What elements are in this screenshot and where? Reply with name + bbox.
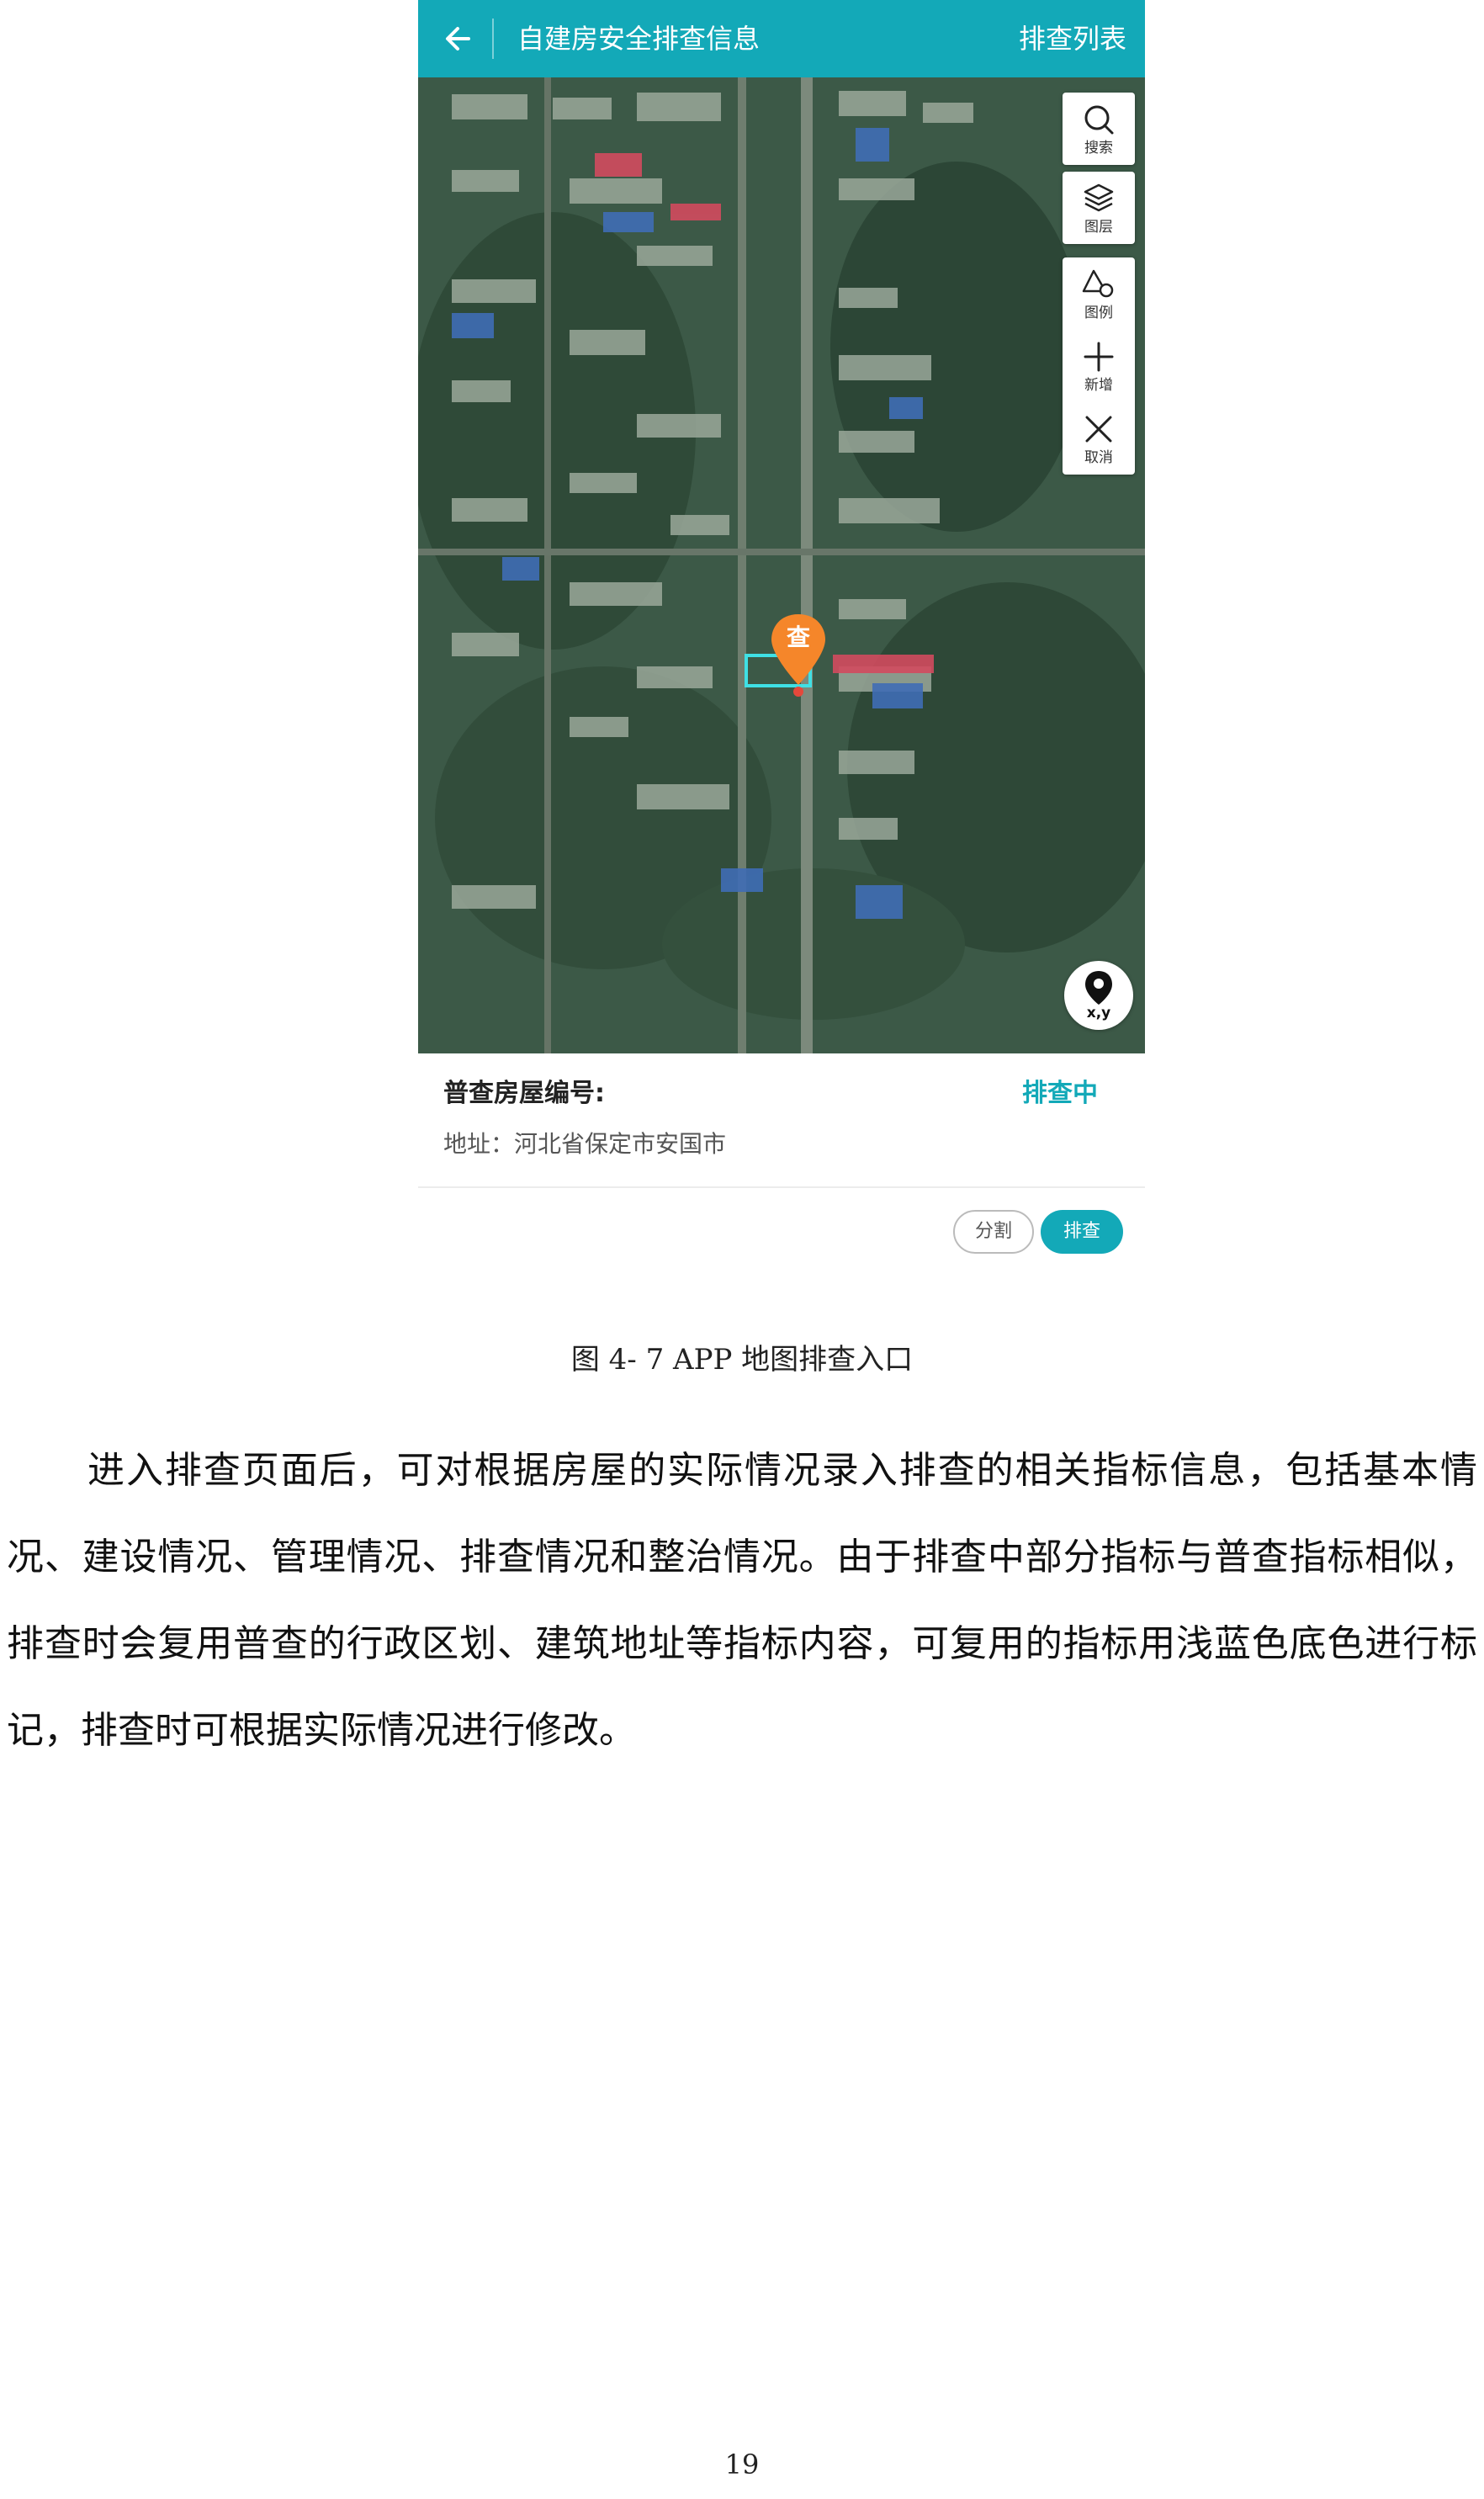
map-toolbar-layers: 图层 <box>1063 172 1135 244</box>
page-title: 自建房安全排查信息 <box>517 23 761 55</box>
satellite-map[interactable]: 搜索 图层 图例 新增 取消 查 x,y <box>418 77 1145 1053</box>
search-icon <box>1084 105 1114 135</box>
split-button[interactable]: 分割 <box>953 1210 1034 1254</box>
inspection-status-badge: 排查中 <box>1022 1079 1098 1108</box>
header-divider <box>492 19 494 59</box>
plus-icon <box>1084 342 1114 372</box>
layers-tool-button[interactable]: 图层 <box>1063 172 1135 244</box>
app-screenshot: 自建房安全排查信息 排查列表 搜索 图层 图例 新增 取消 查 x,y 普查房屋… <box>418 0 1145 1271</box>
add-tool-button[interactable]: 新增 <box>1063 330 1135 402</box>
inspection-list-link[interactable]: 排查列表 <box>1019 20 1126 57</box>
search-tool-label: 搜索 <box>1084 140 1113 157</box>
app-header: 自建房安全排查信息 排查列表 <box>418 0 1145 77</box>
page-number: 19 <box>724 2449 760 2480</box>
search-tool-button[interactable]: 搜索 <box>1063 93 1135 165</box>
house-code-label: 普查房屋编号: <box>443 1079 605 1108</box>
layers-tool-label: 图层 <box>1084 219 1113 236</box>
coordinate-label: x,y <box>1086 1005 1111 1021</box>
map-toolbar-top: 搜索 <box>1063 93 1135 165</box>
satellite-imagery <box>418 77 1145 1053</box>
coordinate-locate-button[interactable]: x,y <box>1064 961 1133 1030</box>
body-paragraph: 进入排查页面后，可对根据房屋的实际情况录入排查的相关指标信息，包括基本情况、建设… <box>7 1449 1477 1752</box>
map-toolbar-edit: 图例 新增 取消 <box>1063 257 1135 475</box>
figure-caption: 图 4- 7 APP 地图排查入口 <box>570 1343 914 1377</box>
marker-label: 查 <box>786 623 810 651</box>
layers-icon <box>1084 183 1114 212</box>
house-info-panel: 普查房屋编号: 排查中 地址：河北省保定市安国市 分割 排查 <box>418 1053 1145 1271</box>
location-pin-icon <box>1085 971 1112 1005</box>
legend-tool-button[interactable]: 图例 <box>1063 257 1135 330</box>
cancel-tool-button[interactable]: 取消 <box>1063 402 1135 475</box>
close-icon <box>1085 416 1112 443</box>
cancel-tool-label: 取消 <box>1084 449 1113 466</box>
legend-tool-label: 图例 <box>1084 305 1113 321</box>
legend-icon <box>1082 269 1114 298</box>
house-address: 地址：河北省保定市安国市 <box>443 1130 727 1158</box>
inspect-button[interactable]: 排查 <box>1041 1210 1123 1254</box>
panel-divider <box>418 1186 1145 1188</box>
back-arrow-icon[interactable] <box>435 15 482 62</box>
add-tool-label: 新增 <box>1084 377 1113 394</box>
